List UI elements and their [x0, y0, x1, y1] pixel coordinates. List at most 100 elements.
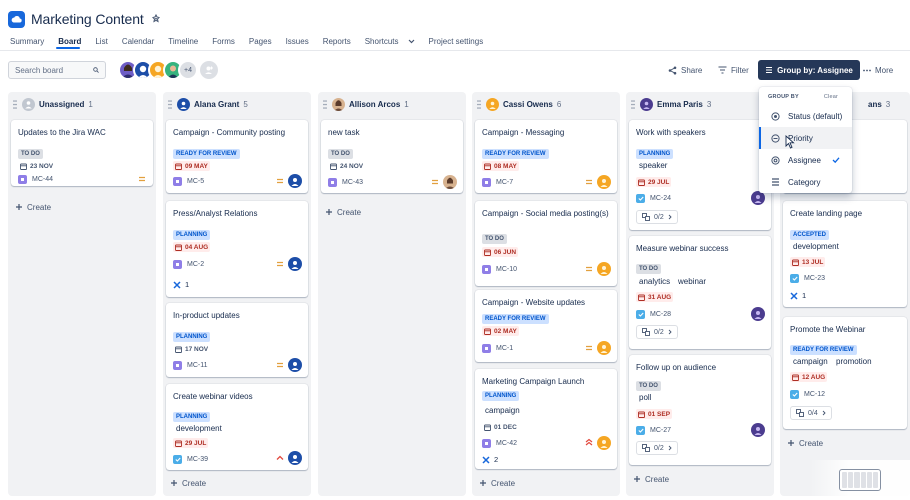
assignee-avatar[interactable] — [597, 262, 611, 276]
label-chip[interactable]: poll — [636, 393, 654, 405]
column-header[interactable]: Emma Paris 3 — [626, 92, 774, 116]
create-issue-button[interactable]: Create — [633, 473, 669, 485]
create-issue-button[interactable]: Create — [15, 201, 51, 213]
more-button[interactable]: More — [863, 62, 893, 78]
issue-card[interactable]: Promote the Webinar READY FOR REVIEW cam… — [783, 317, 907, 429]
issue-key[interactable]: MC-43 — [342, 179, 363, 186]
tab-board[interactable]: Board — [58, 37, 81, 46]
assignee-avatar[interactable] — [751, 307, 765, 321]
issue-card[interactable]: Campaign - Messaging READY FOR REVIEW 08… — [475, 120, 617, 193]
subtask-progress[interactable]: 0/2 — [636, 325, 678, 339]
assignee-avatar[interactable] — [751, 423, 765, 437]
subtask-progress[interactable]: 0/2 — [636, 441, 678, 455]
tab-timeline[interactable]: Timeline — [168, 37, 198, 46]
tab-pages[interactable]: Pages — [249, 37, 272, 46]
settings-icon[interactable] — [150, 13, 162, 25]
issue-key[interactable]: MC-39 — [187, 456, 208, 463]
assignee-avatar[interactable] — [288, 358, 302, 372]
drag-handle-icon[interactable] — [630, 99, 636, 109]
child-issues[interactable]: 1 — [790, 291, 806, 300]
issue-key[interactable]: MC-42 — [496, 440, 517, 447]
tab-shortcuts[interactable]: Shortcuts — [365, 37, 415, 46]
assignee-avatar[interactable] — [597, 175, 611, 189]
label-chip[interactable]: promotion — [833, 357, 875, 369]
create-issue-button[interactable]: Create — [787, 437, 823, 449]
search-field[interactable] — [8, 61, 106, 79]
issue-key[interactable]: MC-1 — [496, 345, 513, 352]
group-option-status[interactable]: Status (default) — [759, 105, 852, 127]
assignee-avatar[interactable] — [288, 174, 302, 188]
assignee-avatar[interactable] — [443, 175, 457, 189]
assignee-avatar[interactable] — [597, 436, 611, 450]
assignee-avatar[interactable] — [751, 191, 765, 205]
issue-card[interactable]: Marketing Campaign Launch PLANNING campa… — [475, 369, 617, 469]
tab-summary[interactable]: Summary — [10, 37, 44, 46]
create-issue-button[interactable]: Create — [325, 206, 361, 218]
subtask-progress[interactable]: 0/4 — [790, 406, 832, 420]
label-chip[interactable]: development — [790, 242, 842, 254]
issue-key[interactable]: MC-12 — [804, 391, 825, 398]
label-chip[interactable]: campaign — [482, 406, 523, 418]
filter-button[interactable]: Filter — [718, 62, 749, 78]
create-issue-button[interactable]: Create — [170, 477, 206, 489]
issue-key[interactable]: MC-23 — [804, 275, 825, 282]
issue-card[interactable]: new task TO DO 24 NOV MC-43 — [321, 120, 463, 193]
column-header[interactable]: Allison Arcos 1 — [318, 92, 466, 116]
child-issues[interactable]: 2 — [482, 455, 498, 464]
label-chip[interactable]: development — [173, 424, 225, 436]
issue-card[interactable]: Measure webinar success TO DO analytics … — [629, 236, 771, 349]
issue-key[interactable]: MC-7 — [496, 179, 513, 186]
column-header[interactable]: Cassi Owens 6 — [472, 92, 620, 116]
add-people-button[interactable] — [200, 61, 218, 79]
issue-key[interactable]: MC-2 — [187, 261, 204, 268]
issue-key[interactable]: MC-24 — [650, 195, 671, 202]
avatars-more-count[interactable]: +4 — [178, 60, 198, 80]
issue-key[interactable]: MC-28 — [650, 311, 671, 318]
issue-key[interactable]: MC-10 — [496, 266, 517, 273]
share-button[interactable]: Share — [668, 62, 702, 78]
issue-card[interactable]: Campaign - Website updates READY FOR REV… — [475, 290, 617, 362]
label-chip[interactable]: campaign — [790, 357, 831, 369]
drag-handle-icon[interactable] — [167, 99, 173, 109]
issue-key[interactable]: MC-5 — [187, 178, 204, 185]
tab-calendar[interactable]: Calendar — [122, 37, 154, 46]
tab-project-settings[interactable]: Project settings — [429, 37, 484, 46]
issue-key[interactable]: MC-27 — [650, 427, 671, 434]
tab-issues[interactable]: Issues — [286, 37, 309, 46]
issue-card[interactable]: Work with speakers PLANNING speaker 29 J… — [629, 120, 771, 230]
issue-card[interactable]: Follow up on audience TO DO poll 01 SEP … — [629, 355, 771, 465]
clear-button[interactable]: Clear — [824, 94, 838, 102]
cloud-icon[interactable] — [8, 10, 25, 28]
issue-card[interactable]: Press/Analyst Relations PLANNING 04 AUG … — [166, 201, 308, 297]
group-option-category[interactable]: Category — [759, 171, 852, 193]
label-chip[interactable]: webinar — [675, 277, 709, 289]
create-issue-button[interactable]: Create — [479, 477, 515, 489]
issue-card[interactable]: Create webinar videos PLANNING developme… — [166, 384, 308, 470]
assignee-avatar[interactable] — [288, 257, 302, 271]
issue-card[interactable]: In-product updates PLANNING 17 NOV MC-11 — [166, 303, 308, 377]
issue-key[interactable]: MC-44 — [32, 176, 53, 183]
issue-card[interactable]: Updates to the Jira WAC TO DO 23 NOV MC-… — [11, 120, 153, 186]
subtask-progress[interactable]: 0/2 — [636, 210, 678, 224]
issue-card[interactable]: Create landing page ACCEPTED development… — [783, 201, 907, 307]
board-minimap[interactable] — [839, 469, 881, 491]
search-input[interactable] — [15, 65, 89, 75]
issue-key[interactable]: MC-11 — [187, 362, 207, 369]
tab-list[interactable]: List — [95, 37, 107, 46]
drag-handle-icon[interactable] — [476, 99, 482, 109]
group-by-button[interactable]: Group by: Assignee — [758, 60, 860, 80]
assignee-avatar[interactable] — [288, 451, 302, 465]
group-option-assignee[interactable]: Assignee — [759, 149, 852, 171]
group-option-priority[interactable]: Priority — [759, 127, 852, 149]
issue-card[interactable]: Campaign - Community posting READY FOR R… — [166, 120, 308, 193]
label-chip[interactable]: analytics — [636, 277, 673, 289]
column-header[interactable]: Unassigned 1 — [8, 92, 156, 116]
tab-reports[interactable]: Reports — [323, 37, 351, 46]
drag-handle-icon[interactable] — [12, 99, 18, 109]
issue-card[interactable]: Campaign - Social media posting(s) TO DO… — [475, 201, 617, 286]
label-chip[interactable]: speaker — [636, 161, 670, 173]
assignee-avatar[interactable] — [597, 341, 611, 355]
child-issues[interactable]: 1 — [173, 280, 189, 289]
tab-forms[interactable]: Forms — [212, 37, 235, 46]
column-header[interactable]: Alana Grant 5 — [163, 92, 311, 116]
